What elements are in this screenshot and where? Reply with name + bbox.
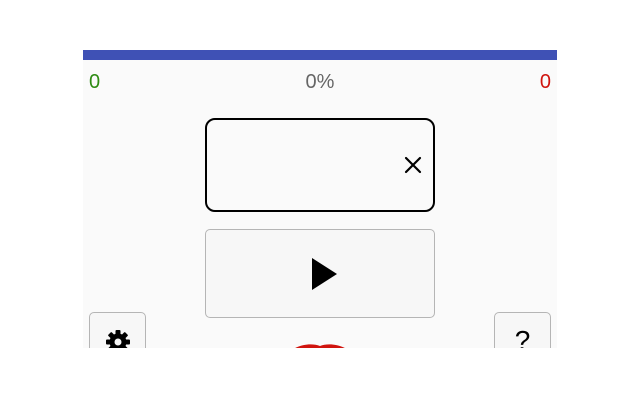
- settings-button[interactable]: [89, 312, 146, 348]
- play-button[interactable]: [205, 229, 435, 318]
- help-label: ?: [514, 325, 531, 348]
- gear-icon: [106, 330, 130, 348]
- help-button[interactable]: ?: [494, 312, 551, 348]
- app-window: 0 0% 0 ?: [83, 50, 557, 348]
- answer-field[interactable]: [205, 118, 435, 212]
- mascot-icon: [295, 344, 345, 348]
- play-icon: [312, 258, 337, 290]
- top-accent-bar: [83, 50, 557, 60]
- progress-percent: 0%: [305, 71, 335, 93]
- close-icon[interactable]: [401, 153, 425, 177]
- wrong-count: 0: [539, 71, 551, 93]
